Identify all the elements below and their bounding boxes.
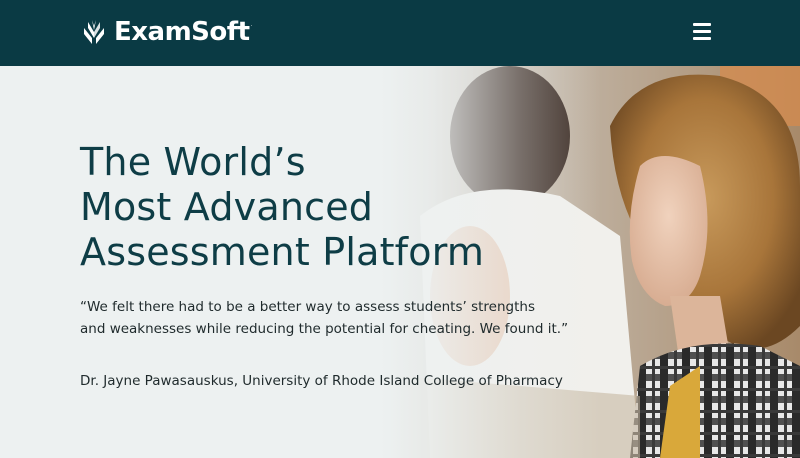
page: ExamSoft · The World’s Most Advanced Ass… [0, 0, 800, 458]
quote-line: “We felt there had to be a better way to… [80, 299, 535, 315]
site-header: ExamSoft · [0, 0, 800, 66]
examsoft-logo[interactable]: ExamSoft · [80, 15, 253, 49]
menu-bar-bottom [693, 37, 711, 40]
menu-bar-top [693, 23, 711, 26]
headline-line: The World’s [80, 140, 306, 184]
testimonial-quote: “We felt there had to be a better way to… [80, 296, 600, 340]
logo-trademark: · [250, 23, 253, 29]
hero-section: The World’s Most Advanced Assessment Pla… [0, 66, 800, 458]
hamburger-menu-button[interactable] [688, 17, 716, 45]
quote-line: and weaknesses while reducing the potent… [80, 321, 569, 337]
headline-line: Most Advanced [80, 185, 374, 229]
logo-hands-icon [84, 20, 104, 44]
menu-bar-middle [693, 30, 711, 33]
testimonial-attribution: Dr. Jayne Pawasauskus, University of Rho… [80, 373, 563, 389]
hero-headline: The World’s Most Advanced Assessment Pla… [80, 140, 600, 275]
logo-text: ExamSoft [114, 17, 250, 47]
headline-line: Assessment Platform [80, 230, 485, 274]
